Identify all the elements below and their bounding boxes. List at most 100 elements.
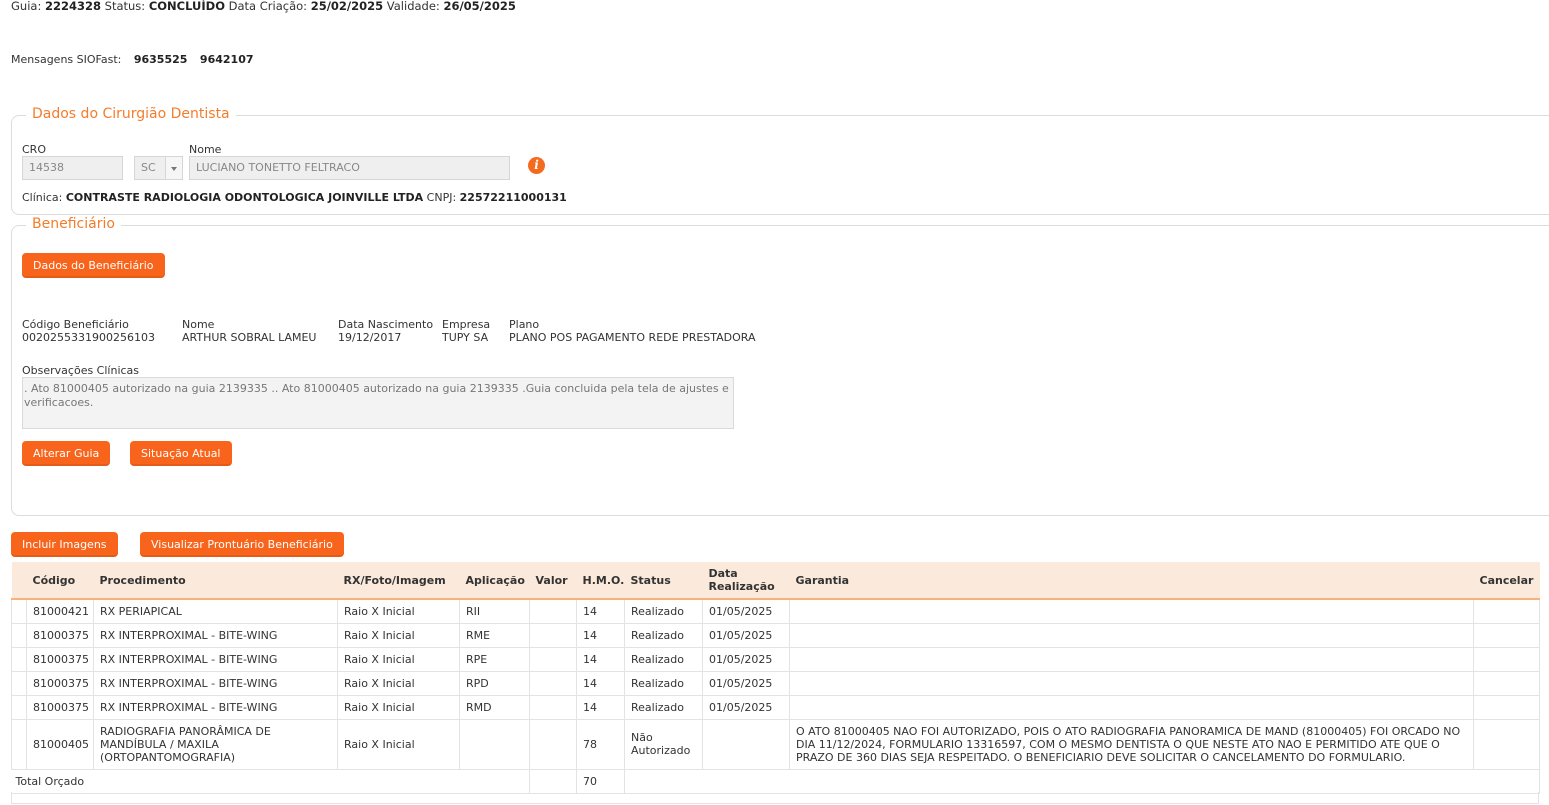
cell-rx: Raio X Inicial [337, 718, 460, 770]
cell-cancelar[interactable] [1473, 694, 1540, 720]
cell-garantia: O ATO 81000405 NAO FOI AUTORIZADO, POIS … [789, 718, 1474, 770]
row-selector[interactable] [11, 622, 27, 648]
birth-date-label: Data Nascimento [338, 318, 434, 331]
row-selector[interactable] [11, 598, 27, 624]
table-row: 81000421 RX PERIAPICAL Raio X Inicial RI… [11, 598, 1540, 624]
current-status-button[interactable]: Situação Atual [130, 441, 232, 466]
view-record-button[interactable]: Visualizar Prontuário Beneficiário [140, 532, 344, 557]
table-row: 81000375 RX INTERPROXIMAL - BITE-WING Ra… [11, 694, 1540, 720]
validity-date: 26/05/2025 [443, 0, 516, 13]
cell-status: Realizado [624, 598, 703, 624]
uf-select[interactable]: SC [134, 156, 166, 180]
cell-cancelar[interactable] [1473, 646, 1540, 672]
row-selector[interactable] [11, 646, 27, 672]
cell-cancelar[interactable] [1473, 670, 1540, 696]
guia-summary: Guia: 2224328 Status: CONCLUÍDO Data Cri… [11, 0, 516, 13]
cell-garantia [789, 670, 1474, 696]
cell-codigo: 81000375 [26, 694, 94, 720]
cnpj-label: CNPJ: [426, 191, 457, 204]
dentist-name-label: Nome [189, 143, 222, 156]
cell-status: Realizado [624, 646, 703, 672]
row-selector[interactable] [11, 670, 27, 696]
header-procedimento[interactable]: Procedimento [93, 562, 338, 600]
table-footer [11, 792, 1539, 804]
header-data-realizacao[interactable]: Data Realização [702, 562, 790, 600]
table-row: 81000375 RX INTERPROXIMAL - BITE-WING Ra… [11, 670, 1540, 696]
alter-guide-button[interactable]: Alterar Guia [22, 441, 111, 466]
cell-data: 01/05/2025 [702, 622, 790, 648]
clinical-notes-label: Observações Clínicas [22, 364, 140, 377]
procedures-table: Código Procedimento RX/Foto/Imagem Aplic… [11, 562, 1540, 794]
cell-cancelar[interactable] [1473, 718, 1540, 770]
header-rx[interactable]: RX/Foto/Imagem [337, 562, 460, 600]
cell-rx: Raio X Inicial [337, 646, 460, 672]
header-hmo[interactable]: H.M.O. [576, 562, 625, 600]
cell-cancelar[interactable] [1473, 598, 1540, 624]
header-codigo[interactable]: Código [26, 562, 94, 600]
creation-date-label: Data Criação: [228, 0, 308, 13]
cell-aplicacao: RPE [459, 646, 530, 672]
cell-procedimento: RADIOGRAFIA PANORÂMICA DE MANDÍBULA / MA… [93, 718, 338, 770]
cell-codigo: 81000375 [26, 670, 94, 696]
siofast-message-link[interactable]: 9642107 [200, 53, 254, 66]
info-icon[interactable]: i [528, 157, 545, 174]
beneficiary-section [11, 225, 1549, 516]
cell-hmo: 14 [576, 622, 625, 648]
cell-cancelar[interactable] [1473, 622, 1540, 648]
cell-status: Realizado [624, 622, 703, 648]
beneficiary-code-label: Código Beneficiário [22, 318, 129, 331]
clinic-info: Clínica: CONTRASTE RADIOLOGIA ODONTOLOGI… [22, 191, 567, 204]
cell-rx: Raio X Inicial [337, 670, 460, 696]
cell-procedimento: RX INTERPROXIMAL - BITE-WING [93, 694, 338, 720]
cell-status: Não Autorizado [624, 718, 703, 770]
total-row: Total Orçado 70 [11, 768, 1540, 794]
cell-codigo: 81000405 [26, 718, 94, 770]
cell-valor [529, 622, 577, 648]
total-hmo: 70 [576, 768, 625, 794]
row-selector[interactable] [11, 718, 27, 770]
cell-codigo: 81000375 [26, 646, 94, 672]
cell-procedimento: RX INTERPROXIMAL - BITE-WING [93, 670, 338, 696]
cell-garantia [789, 622, 1474, 648]
row-selector[interactable] [11, 694, 27, 720]
cell-valor [529, 598, 577, 624]
siofast-label: Mensagens SIOFast: [11, 53, 122, 66]
table-row: 81000405 RADIOGRAFIA PANORÂMICA DE MANDÍ… [11, 718, 1540, 770]
cell-valor [529, 670, 577, 696]
header-cancelar[interactable]: Cancelar [1473, 562, 1540, 600]
guia-label: Guia: [11, 0, 42, 13]
cell-valor [529, 646, 577, 672]
cell-hmo: 14 [576, 670, 625, 696]
birth-date: 19/12/2017 [338, 331, 402, 344]
beneficiary-data-button[interactable]: Dados do Beneficiário [22, 253, 165, 278]
cro-field[interactable]: 14538 [22, 156, 123, 180]
cell-status: Realizado [624, 694, 703, 720]
siofast-message-link[interactable]: 9635525 [134, 53, 188, 66]
cell-hmo: 14 [576, 694, 625, 720]
cell-rx: Raio X Inicial [337, 694, 460, 720]
clinic-label: Clínica: [22, 191, 63, 204]
clinic-name: CONTRASTE RADIOLOGIA ODONTOLOGICA JOINVI… [65, 191, 424, 204]
header-status[interactable]: Status [624, 562, 703, 600]
cell-aplicacao: RII [459, 598, 530, 624]
header-garantia[interactable]: Garantia [789, 562, 1474, 600]
cell-procedimento: RX PERIAPICAL [93, 598, 338, 624]
chevron-down-icon[interactable] [165, 156, 183, 180]
clinical-notes-textarea[interactable]: . Ato 81000405 autorizado na guia 213933… [22, 377, 734, 429]
header-aplicacao[interactable]: Aplicação [459, 562, 530, 600]
cell-codigo: 81000375 [26, 622, 94, 648]
dentist-name-field[interactable]: LUCIANO TONETTO FELTRACO [189, 156, 510, 180]
company-label: Empresa [442, 318, 491, 331]
beneficiary-name: ARTHUR SOBRAL LAMEU [182, 331, 317, 344]
cell-aplicacao [459, 718, 530, 770]
header-data-line1: Data [708, 567, 738, 580]
header-valor[interactable]: Valor [529, 562, 577, 600]
cell-hmo: 78 [576, 718, 625, 770]
total-label: Total Orçado [11, 768, 530, 794]
cell-data: 01/05/2025 [702, 694, 790, 720]
table-header-row: Código Procedimento RX/Foto/Imagem Aplic… [11, 562, 1540, 600]
beneficiary-code: 0020255331900256103 [22, 331, 155, 344]
include-images-button[interactable]: Incluir Imagens [11, 532, 118, 557]
siofast-messages: Mensagens SIOFast: 9635525 9642107 [11, 53, 254, 66]
beneficiary-name-label: Nome [182, 318, 215, 331]
